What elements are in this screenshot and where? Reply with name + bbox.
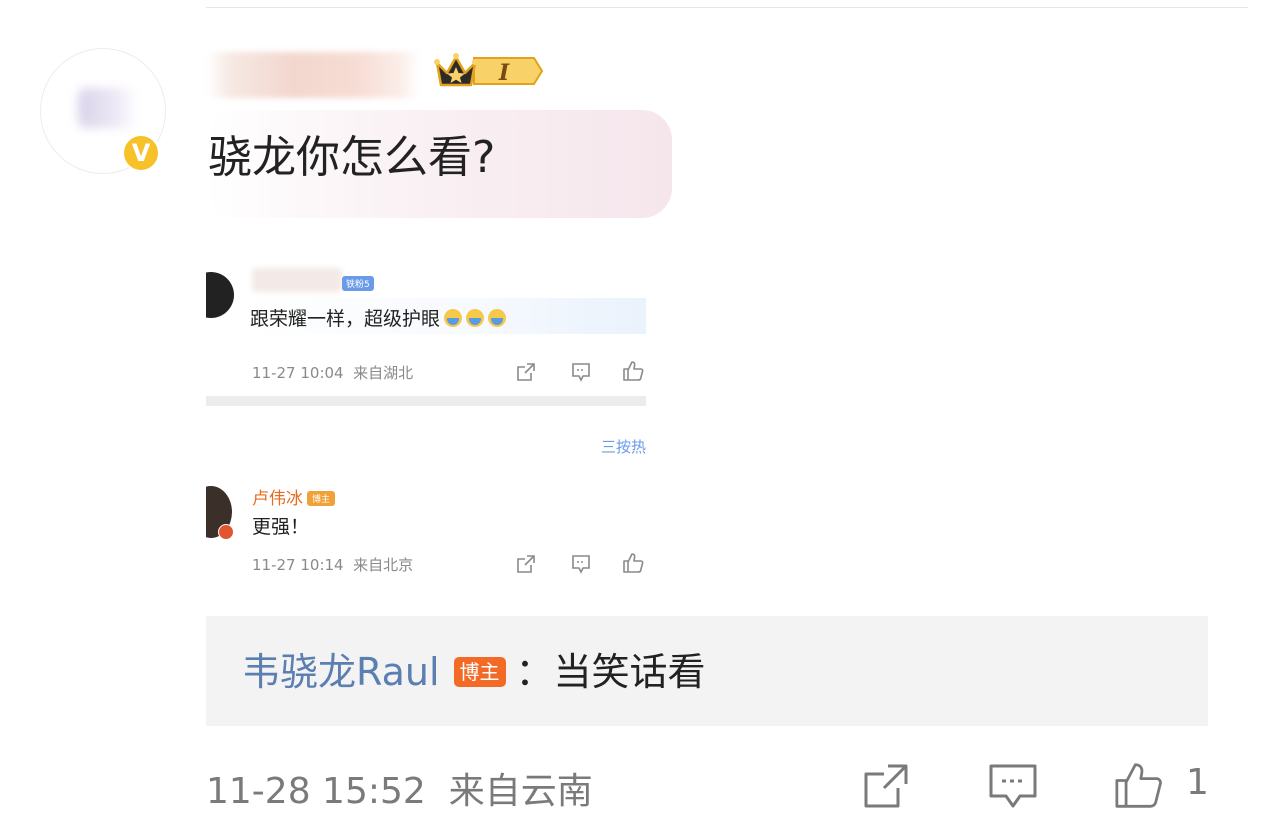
embedded-blogger-badge: 博主 — [307, 491, 336, 506]
embedded-separator — [206, 396, 646, 406]
share-icon — [517, 363, 535, 381]
embedded-comment2-user: 卢伟冰 博主 — [252, 484, 336, 509]
embedded-comment1-time: 11-27 10:04 — [252, 364, 344, 382]
embedded-screenshot[interactable]: 铁粉5 跟荣耀一样，超级护眼 11-27 10:04 来自湖北 三按热 卢伟冰博… — [206, 258, 646, 588]
comment-text: 骁龙你怎么看? — [208, 132, 496, 183]
top-divider — [206, 7, 1248, 8]
like-icon — [623, 361, 644, 381]
like-icon — [623, 553, 644, 573]
embedded-avatar-1 — [206, 272, 234, 318]
embedded-comment2-username: 卢伟冰 — [252, 489, 303, 509]
laugh-emoji-icon — [466, 309, 485, 327]
embedded-comment1-meta: 11-27 10:04 来自湖北 — [252, 362, 413, 383]
embedded-comment1-location: 来自湖北 — [353, 364, 414, 382]
embedded-verified-icon — [218, 524, 234, 540]
reply-block[interactable]: 韦骁龙Raul 博主 ：当笑话看 — [206, 616, 1208, 726]
reply-separator: ： — [515, 650, 554, 694]
embedded-comment1-text: 跟荣耀一样，超级护眼 — [250, 304, 507, 331]
embedded-comment2-text: 更强！ — [252, 516, 310, 538]
embedded-username-1-blurred — [252, 268, 342, 292]
avatar-image-blurred — [78, 88, 138, 128]
comment-time: 11-28 15:52 — [206, 771, 426, 812]
laugh-emoji-icon — [488, 309, 507, 327]
laugh-emoji-icon — [444, 309, 463, 327]
share-icon — [517, 555, 535, 573]
verified-icon: V — [122, 134, 160, 172]
embedded-fan-badge: 铁粉5 — [342, 276, 374, 291]
embedded-comment2-time: 11-27 10:14 — [252, 556, 344, 574]
username-blurred[interactable] — [206, 52, 420, 98]
embedded-sort-label: 三按热 — [600, 438, 646, 456]
crown-icon: I — [434, 53, 544, 87]
embedded-comment1-body: 跟荣耀一样，超级护眼 — [250, 308, 441, 330]
blogger-badge: 博主 — [453, 657, 506, 687]
reply-text: 当笑话看 — [553, 650, 706, 694]
reply-author[interactable]: 韦骁龙Raul — [242, 650, 440, 694]
reply-line: 韦骁龙Raul 博主 ：当笑话看 — [242, 644, 706, 700]
comment-location: 来自云南 — [448, 771, 593, 812]
embedded-comment2-meta: 11-27 10:14 来自北京 — [252, 554, 413, 575]
comment-icon[interactable] — [988, 762, 1038, 810]
like-icon[interactable] — [1112, 762, 1166, 810]
share-icon[interactable] — [862, 762, 910, 810]
embedded-comment2-location: 来自北京 — [353, 556, 414, 574]
level-badge-label: I — [498, 60, 510, 86]
comment-meta: 11-28 15:52 来自云南 — [206, 762, 593, 814]
comment-icon — [572, 363, 590, 382]
like-count: 1 — [1186, 762, 1209, 803]
comment-icon — [572, 555, 590, 574]
